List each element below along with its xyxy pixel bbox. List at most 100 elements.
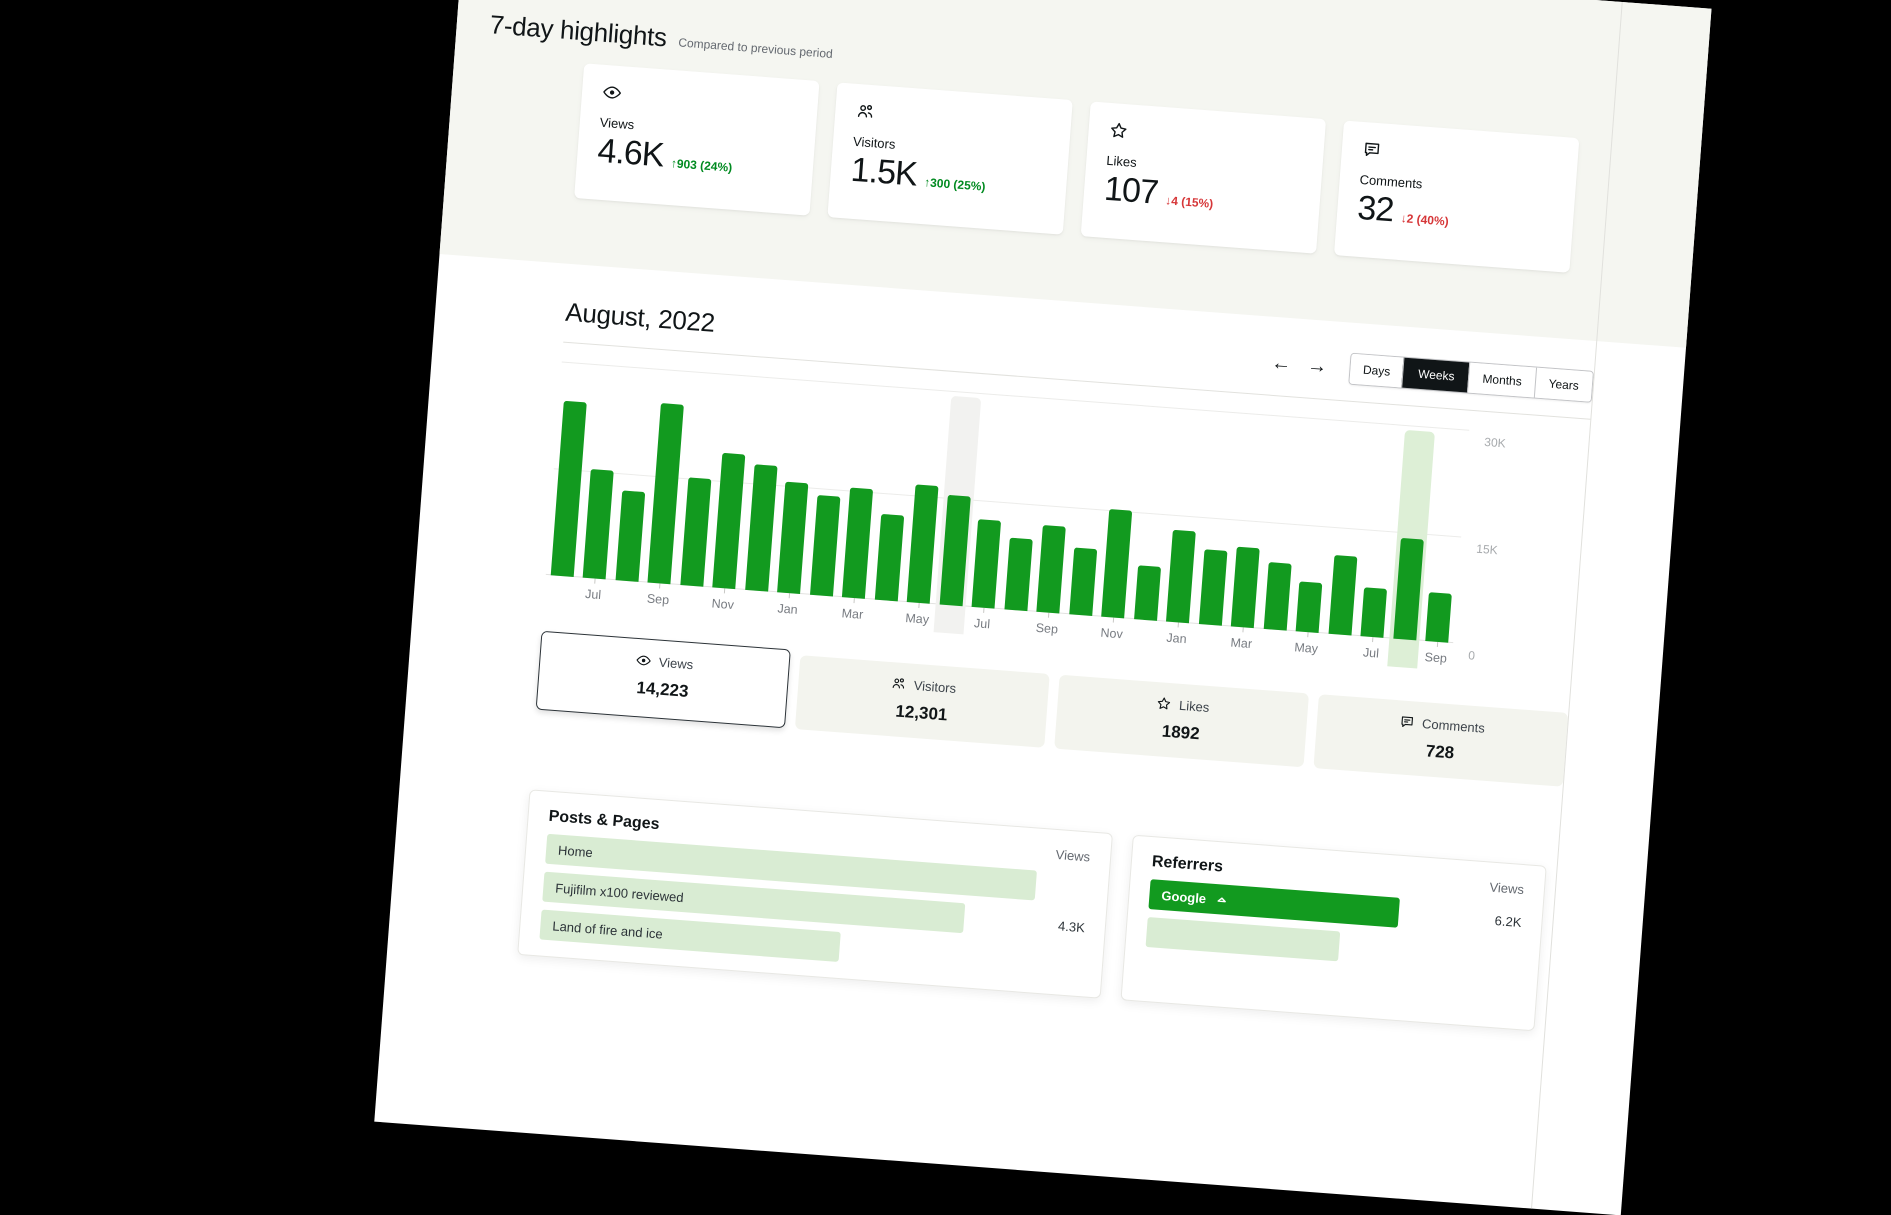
views-bar[interactable] — [777, 482, 808, 594]
x-axis-slot — [1256, 629, 1291, 665]
views-bar[interactable] — [810, 495, 840, 596]
views-bar[interactable] — [615, 490, 645, 581]
x-axis-slot — [932, 604, 967, 640]
summary-tab-comments[interactable]: Comments 728 — [1313, 694, 1568, 787]
views-bar[interactable] — [1263, 562, 1291, 631]
visitors-icon — [890, 675, 907, 692]
x-axis-slot — [867, 599, 902, 635]
highlight-card-comments: Comments 32 ↓2 (40%) — [1334, 120, 1579, 272]
views-bar[interactable] — [713, 453, 746, 589]
range-tab-months[interactable]: Months — [1467, 363, 1535, 398]
y-axis-label: 0 — [1468, 648, 1476, 662]
x-axis-slot — [1127, 619, 1162, 655]
comment-icon — [1361, 139, 1382, 160]
comment-icon — [1399, 713, 1416, 730]
x-axis-slot: May — [1289, 631, 1324, 667]
visitors-icon — [855, 101, 876, 122]
x-axis-slot: May — [900, 602, 935, 638]
views-bar[interactable] — [1134, 565, 1161, 621]
summary-tab-label: Visitors — [913, 677, 956, 695]
x-axis-slot — [673, 585, 708, 621]
star-icon — [1108, 120, 1129, 141]
highlight-card-views: Views 4.6K ↑903 (24%) — [574, 63, 819, 215]
views-bar[interactable] — [1004, 538, 1032, 612]
posts-pages-title: Posts & Pages — [548, 808, 660, 834]
summary-tab-likes[interactable]: Likes 1892 — [1054, 675, 1309, 768]
views-bar[interactable] — [680, 477, 711, 586]
views-bar[interactable] — [1166, 530, 1196, 623]
views-bar[interactable] — [1361, 587, 1388, 638]
list-item-label: Google — [1161, 888, 1207, 906]
list-item-label: Home — [558, 842, 594, 860]
period-heading: August, 2022 — [564, 297, 716, 339]
range-tab-years[interactable]: Years — [1534, 368, 1593, 402]
highlight-card-visitors: Visitors 1.5K ↑300 (25%) — [827, 82, 1072, 234]
referrers-module: Referrers Views Google 6.2K — [1120, 835, 1546, 1032]
x-axis-slot: Nov — [705, 587, 740, 623]
card-delta: ↑300 (25%) — [923, 176, 986, 200]
x-axis-slot — [543, 575, 578, 611]
list-item-views — [1048, 886, 1088, 889]
summary-tab-value: 728 — [1315, 733, 1566, 772]
views-bar[interactable] — [875, 514, 904, 601]
summary-tab-label: Comments — [1422, 716, 1486, 736]
list-item-views — [1479, 957, 1519, 960]
card-delta: ↓2 (40%) — [1400, 211, 1449, 234]
card-value: 1.5K — [850, 152, 919, 194]
views-bar[interactable] — [907, 484, 939, 603]
views-bar[interactable] — [745, 464, 777, 591]
views-bar[interactable] — [1069, 547, 1097, 616]
x-axis-slot: Sep — [640, 582, 675, 618]
views-bar[interactable] — [972, 519, 1002, 608]
highlights-title: 7-day highlights — [489, 9, 668, 53]
x-axis-slot — [802, 594, 837, 630]
stats-main-section: August, 2022 ← → DaysWeeksMonthsYears Ju… — [388, 254, 1686, 1039]
views-bar[interactable] — [1231, 547, 1260, 628]
posts-pages-module: Posts & Pages Views Home Fujifilm x100 r… — [517, 789, 1113, 998]
list-item-label: Fujifilm x100 reviewed — [555, 880, 684, 905]
summary-tab-value: 12,301 — [796, 694, 1047, 733]
highlight-card-likes: Likes 107 ↓4 (15%) — [1081, 101, 1326, 253]
y-axis-label: 15K — [1476, 542, 1498, 558]
views-bar[interactable] — [1037, 525, 1066, 613]
views-bar[interactable] — [1101, 509, 1132, 618]
views-bar[interactable] — [1296, 581, 1323, 633]
chevron-up-icon — [1215, 893, 1229, 907]
eye-icon — [601, 82, 622, 103]
summary-tab-visitors[interactable]: Visitors 12,301 — [795, 655, 1050, 748]
x-axis-slot: Jan — [1159, 621, 1194, 657]
x-axis-slot — [1062, 614, 1097, 650]
x-axis-slot: Jan — [770, 592, 805, 628]
highlights-subtitle: Compared to previous period — [677, 35, 833, 66]
views-bar[interactable] — [1199, 549, 1228, 626]
range-tab-days[interactable]: Days — [1349, 354, 1404, 388]
views-bar[interactable] — [842, 488, 873, 599]
card-value: 107 — [1103, 171, 1159, 212]
posts-views-column-header: Views — [1055, 847, 1090, 865]
eye-icon — [635, 652, 652, 669]
views-bar[interactable] — [583, 469, 614, 579]
x-axis-slot — [997, 609, 1032, 645]
views-bar[interactable] — [1328, 555, 1357, 636]
x-axis-slot — [1191, 624, 1226, 660]
list-item-views: 4.3K — [1044, 917, 1085, 935]
views-bar[interactable] — [1426, 592, 1453, 643]
range-tab-weeks[interactable]: Weeks — [1401, 357, 1471, 394]
x-axis-slot: Nov — [1094, 616, 1129, 652]
x-axis-slot — [1386, 638, 1421, 674]
previous-period-button[interactable]: ← — [1271, 353, 1292, 374]
referrers-views-column-header: Views — [1489, 880, 1524, 898]
summary-tab-label: Likes — [1179, 697, 1210, 714]
range-tabs: DaysWeeksMonthsYears — [1348, 353, 1594, 403]
list-item-views — [1042, 962, 1082, 965]
x-axis-slot — [738, 590, 773, 626]
x-axis-slot: Jul — [576, 577, 611, 613]
x-axis-slot: Sep — [1029, 611, 1064, 647]
summary-tab-value: 1892 — [1055, 714, 1306, 753]
card-value: 32 — [1356, 190, 1395, 230]
summary-tab-views[interactable]: Views 14,223 — [536, 631, 791, 729]
next-period-button[interactable]: → — [1306, 355, 1327, 376]
list-item-views: 6.2K — [1481, 912, 1522, 930]
x-axis-slot: Mar — [835, 597, 870, 633]
x-axis-slot: Jul — [965, 607, 1000, 643]
